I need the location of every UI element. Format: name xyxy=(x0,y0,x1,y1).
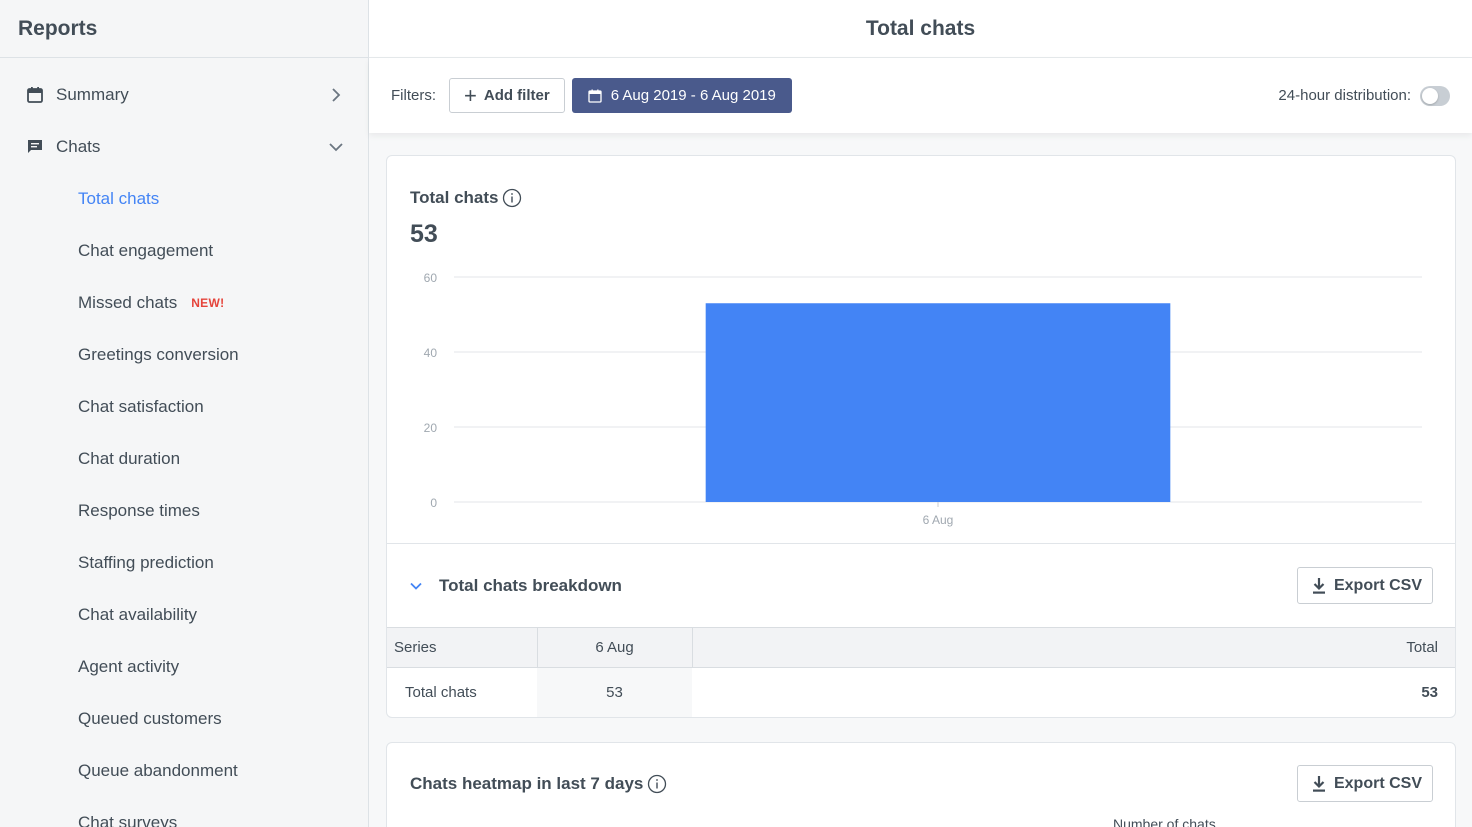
card-title: Total chats xyxy=(410,188,522,208)
bar-chart: 0 20 40 60 6 Aug xyxy=(424,271,1422,527)
sidebar: Reports Summary Chats Total chats Chat e… xyxy=(0,0,369,827)
table-header-row: Series 6 Aug Total xyxy=(387,627,1455,668)
sidebar-item-label: Missed chats xyxy=(78,293,178,312)
sidebar-item-total-chats[interactable]: Total chats xyxy=(0,173,368,225)
sidebar-item-chat-satisfaction[interactable]: Chat satisfaction xyxy=(0,381,368,433)
date-range-label: 6 Aug 2019 - 6 Aug 2019 xyxy=(610,87,776,104)
y-tick-label: 0 xyxy=(430,496,437,510)
download-icon xyxy=(1311,775,1327,793)
sidebar-group-chats[interactable]: Chats xyxy=(0,121,368,173)
bar xyxy=(705,303,1171,502)
export-csv-label: Export CSV xyxy=(1333,774,1422,792)
sidebar-item-greetings-conversion[interactable]: Greetings conversion xyxy=(0,329,368,381)
add-filter-button[interactable]: + Add filter xyxy=(449,78,565,113)
sidebar-item-queue-abandonment[interactable]: Queue abandonment xyxy=(0,745,368,797)
sidebar-item-chat-duration[interactable]: Chat duration xyxy=(0,433,368,485)
cell-series: Total chats xyxy=(405,684,477,702)
sidebar-item-queued-customers[interactable]: Queued customers xyxy=(0,693,368,745)
cell-date-value: 53 xyxy=(537,667,692,717)
sidebar-item-label: Chat satisfaction xyxy=(78,397,204,416)
calendar-icon xyxy=(24,84,46,106)
sidebar-item-agent-activity[interactable]: Agent activity xyxy=(0,641,368,693)
heatmap-card: Chats heatmap in last 7 days Export CSV … xyxy=(386,742,1456,827)
sidebar-group-label: Summary xyxy=(56,85,129,104)
total-chats-chart: 0 20 40 60 6 Aug xyxy=(387,261,1455,546)
sidebar-item-label: Staffing prediction xyxy=(78,553,214,572)
sidebar-title: Reports xyxy=(0,0,368,58)
chevron-down-icon[interactable] xyxy=(409,581,425,591)
plus-icon: + xyxy=(464,82,477,108)
heatmap-title-text: Chats heatmap in last 7 days xyxy=(410,774,644,793)
toggle-knob xyxy=(1422,87,1438,104)
chevron-right-icon xyxy=(328,87,344,103)
sidebar-item-chat-engagement[interactable]: Chat engagement xyxy=(0,225,368,277)
report-content: Total chats 53 0 20 40 60 6 Aug Total chats … xyxy=(369,133,1472,827)
sidebar-item-label: Chat engagement xyxy=(78,241,214,260)
sidebar-item-staffing-prediction[interactable]: Staffing prediction xyxy=(0,537,368,589)
column-header-date: 6 Aug xyxy=(536,627,693,668)
chat-bubble-icon xyxy=(24,136,46,158)
sidebar-item-chat-availability[interactable]: Chat availability xyxy=(0,589,368,641)
total-chats-card: Total chats 53 0 20 40 60 6 Aug Total chats … xyxy=(386,155,1456,718)
column-header-series: Series xyxy=(387,627,537,668)
card-title-text: Total chats xyxy=(410,188,499,207)
breakdown-header: Total chats breakdown Export CSV xyxy=(387,543,1455,627)
sidebar-item-missed-chats[interactable]: Missed chats NEW! xyxy=(0,277,368,329)
export-csv-button[interactable]: Export CSV xyxy=(1296,567,1433,604)
y-tick-label: 60 xyxy=(424,271,438,285)
page-title: Total chats xyxy=(369,0,1472,58)
sidebar-item-label: Queue abandonment xyxy=(78,761,238,780)
filter-bar: Filters: + Add filter 6 Aug 2019 - 6 Aug… xyxy=(369,58,1472,133)
column-header-total: Total xyxy=(692,627,1455,668)
y-tick-label: 40 xyxy=(424,346,438,360)
sidebar-item-label: Chat availability xyxy=(78,605,198,624)
info-icon[interactable] xyxy=(647,774,667,794)
x-tick-label: 6 Aug xyxy=(923,513,954,527)
calendar-icon xyxy=(588,89,602,103)
breakdown-title: Total chats breakdown xyxy=(439,575,622,595)
export-csv-button[interactable]: Export CSV xyxy=(1296,765,1433,802)
y-tick-label: 20 xyxy=(424,421,438,435)
sidebar-item-label: Chat surveys xyxy=(78,813,178,827)
filters-label: Filters: xyxy=(391,87,436,104)
new-badge: NEW! xyxy=(191,296,225,310)
export-csv-label: Export CSV xyxy=(1333,576,1422,594)
sidebar-item-label: Greetings conversion xyxy=(78,345,239,364)
cell-total: 53 xyxy=(1421,684,1438,702)
sidebar-group-summary[interactable]: Summary xyxy=(0,69,368,121)
sidebar-item-label: Chat duration xyxy=(78,449,181,468)
heatmap-title: Chats heatmap in last 7 days xyxy=(410,774,667,794)
sidebar-item-label: Total chats xyxy=(78,189,160,208)
total-value: 53 xyxy=(410,220,438,248)
info-icon[interactable] xyxy=(502,188,522,208)
heatmap-legend-title: Number of chats xyxy=(1113,816,1216,827)
distribution-control: 24-hour distribution: xyxy=(1278,85,1450,106)
sidebar-item-label: Agent activity xyxy=(78,657,180,676)
distribution-label: 24-hour distribution: xyxy=(1278,87,1411,104)
download-icon xyxy=(1311,577,1327,595)
chevron-down-icon xyxy=(328,139,344,155)
date-range-button[interactable]: 6 Aug 2019 - 6 Aug 2019 xyxy=(571,78,792,113)
sidebar-item-chat-surveys[interactable]: Chat surveys xyxy=(0,797,368,827)
distribution-toggle[interactable] xyxy=(1420,85,1450,106)
sidebar-group-label: Chats xyxy=(56,137,101,156)
sidebar-item-label: Queued customers xyxy=(78,709,222,728)
table-row: Total chats 53 53 xyxy=(387,667,1455,717)
add-filter-label: Add filter xyxy=(483,87,550,104)
sidebar-item-response-times[interactable]: Response times xyxy=(0,485,368,537)
breakdown-table: Series 6 Aug Total Total chats 53 53 xyxy=(387,627,1455,717)
sidebar-item-label: Response times xyxy=(78,501,200,520)
main-panel: Total chats Filters: + Add filter 6 Aug … xyxy=(369,0,1472,827)
